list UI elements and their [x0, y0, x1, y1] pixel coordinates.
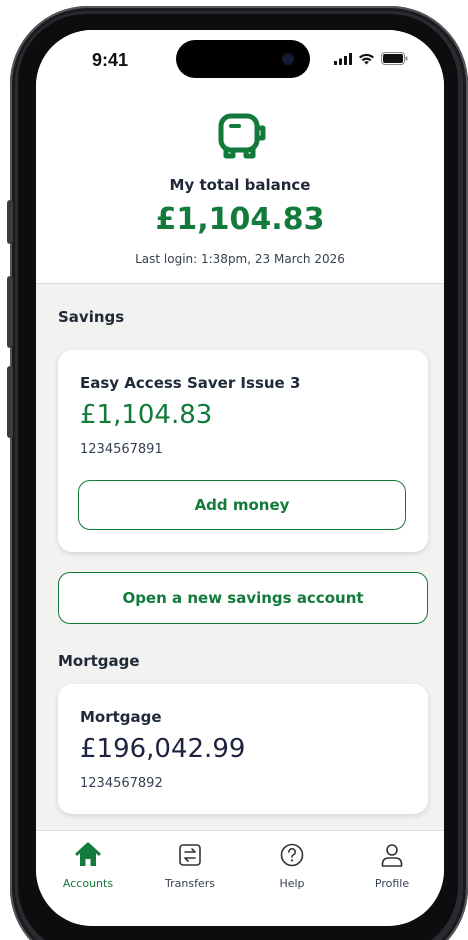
status-bar: 9:41	[36, 30, 444, 90]
total-balance-label: My total balance	[169, 176, 311, 194]
profile-icon	[378, 841, 406, 869]
volume-down-button	[7, 366, 13, 438]
nav-item-transfers[interactable]: Transfers	[142, 841, 238, 901]
mortgage-account-number: 1234567892	[80, 776, 163, 791]
home-icon	[74, 841, 102, 869]
nav-item-help[interactable]: Help	[244, 841, 340, 901]
mortgage-account-name: Mortgage	[80, 708, 162, 726]
nav-item-profile[interactable]: Profile	[344, 841, 440, 901]
bottom-navigation: Accounts Transfers Help Profile	[36, 830, 444, 926]
mortgage-account-card[interactable]: Mortgage £196,042.99 1234567892	[58, 684, 428, 814]
volume-up-button	[7, 276, 13, 348]
savings-account-amount: £1,104.83	[80, 400, 213, 430]
signal-icon	[334, 52, 352, 65]
savings-account-name: Easy Access Saver Issue 3	[80, 374, 301, 392]
add-money-button[interactable]: Add money	[78, 480, 406, 530]
mortgage-account-amount: £196,042.99	[80, 734, 246, 764]
savings-account-number: 1234567891	[80, 442, 163, 457]
wifi-icon	[359, 53, 374, 64]
status-icons	[334, 52, 408, 65]
status-time: 9:41	[92, 50, 129, 70]
savings-section-title: Savings	[58, 308, 125, 326]
camera-dot	[282, 53, 294, 65]
total-balance-value: £1,104.83	[155, 202, 325, 237]
mute-switch	[7, 200, 13, 244]
nav-label-accounts: Accounts	[62, 877, 114, 890]
transfer-icon	[176, 841, 204, 869]
nav-label-profile: Profile	[374, 877, 410, 890]
last-login-text: Last login: 1:38pm, 23 March 2026	[135, 252, 345, 266]
piggy-bank-icon	[218, 113, 266, 159]
nav-item-accounts[interactable]: Accounts	[40, 841, 136, 901]
nav-label-transfers: Transfers	[165, 877, 215, 890]
battery-icon	[381, 52, 408, 65]
savings-account-card[interactable]: Easy Access Saver Issue 3 £1,104.83 1234…	[58, 350, 428, 552]
balance-header: My total balance £1,104.83 Last login: 1…	[36, 90, 444, 284]
open-savings-account-button[interactable]: Open a new savings account	[58, 572, 428, 624]
mortgage-section-title: Mortgage	[58, 652, 140, 670]
help-icon	[278, 841, 306, 869]
nav-label-help: Help	[279, 877, 305, 890]
dynamic-island	[176, 40, 310, 78]
app-screen: 9:41 My total balance £1,104.83 Last log…	[36, 30, 444, 926]
